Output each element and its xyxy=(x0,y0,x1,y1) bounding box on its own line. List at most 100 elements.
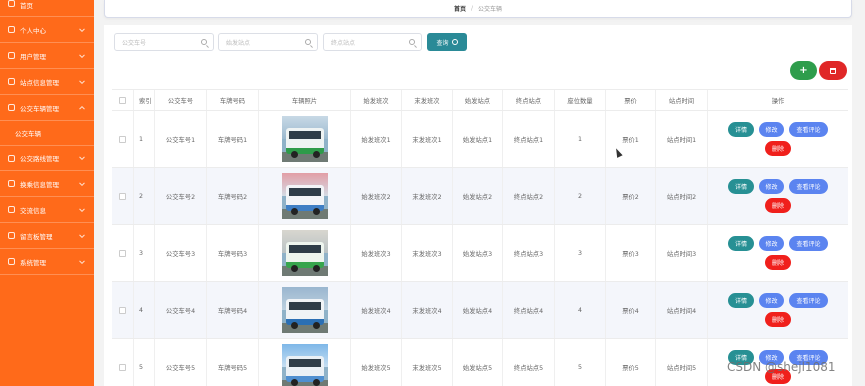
bus-photo[interactable] xyxy=(281,230,328,276)
add-button[interactable]: + xyxy=(790,61,817,80)
view-reviews-button[interactable]: 查看评论 xyxy=(789,122,828,137)
cell-station-time: 站点时间3 xyxy=(656,225,708,281)
cell-seats: 2 xyxy=(555,168,606,224)
sidebar-item-home[interactable]: 首页 xyxy=(0,0,94,17)
row-checkbox-cell xyxy=(112,225,134,281)
sidebar-item-transfer[interactable]: 换乘信息管理 xyxy=(0,171,94,197)
delete-button[interactable]: 删除 xyxy=(765,141,791,156)
cell-photo xyxy=(259,282,351,338)
cell-seats: 4 xyxy=(555,282,606,338)
cell-end-station: 终点站点5 xyxy=(503,339,555,386)
delete-button[interactable]: 删除 xyxy=(765,255,791,270)
delete-button[interactable]: 删除 xyxy=(765,312,791,327)
cell-end-station: 终点站点2 xyxy=(503,168,555,224)
cell-end-station: 终点站点1 xyxy=(503,111,555,167)
cell-actions: 详情 修改 查看评论 删除 xyxy=(708,168,848,224)
sidebar-item-label: 公交车辆 xyxy=(15,130,41,138)
cell-index: 2 xyxy=(134,168,155,224)
bus-photo[interactable] xyxy=(281,116,328,162)
sidebar-item-label: 站点信息管理 xyxy=(20,78,59,87)
settings-icon xyxy=(8,258,15,265)
row-checkbox[interactable] xyxy=(119,306,126,314)
cell-start-station: 始发站点2 xyxy=(453,168,503,224)
view-reviews-button[interactable]: 查看评论 xyxy=(789,293,828,308)
row-checkbox[interactable] xyxy=(119,249,126,257)
cell-price: 票价4 xyxy=(606,282,656,338)
sidebar-subitem-bus[interactable]: 公交车辆 xyxy=(0,121,94,145)
cell-bus-no: 公交车号1 xyxy=(155,111,207,167)
row-checkbox[interactable] xyxy=(119,363,126,371)
cell-photo xyxy=(259,168,351,224)
row-checkbox[interactable] xyxy=(119,192,126,200)
header-actions: 操作 xyxy=(771,97,785,105)
sidebar-item-routes[interactable]: 公交路线管理 xyxy=(0,145,94,171)
cell-last-shift: 末发班次4 xyxy=(402,282,453,338)
detail-button[interactable]: 详情 xyxy=(728,179,754,194)
edit-button[interactable]: 修改 xyxy=(759,122,784,137)
table-row: 2 公交车号2 车牌号码2 始发班次2 末发班次2 始发站点2 终点站点2 2 … xyxy=(112,168,848,225)
cell-photo xyxy=(259,339,351,386)
detail-button[interactable]: 详情 xyxy=(728,122,754,137)
delete-button[interactable]: 删除 xyxy=(765,198,791,213)
chat-icon xyxy=(8,206,15,213)
edit-button[interactable]: 修改 xyxy=(759,236,784,251)
query-label: 查询 xyxy=(436,39,449,47)
sidebar-item-buses[interactable]: 公交车辆管理 xyxy=(0,95,94,121)
bus-no-search-input[interactable]: 公交车号 xyxy=(114,33,214,51)
table-header: 索引 公交车号 车牌号码 车辆照片 始发班次 末发班次 始发站点 终点站点 座位… xyxy=(112,89,848,111)
cell-first-shift: 始发班次1 xyxy=(351,111,402,167)
table-row: 4 公交车号4 车牌号码4 始发班次4 末发班次4 始发站点4 终点站点4 4 … xyxy=(112,282,848,339)
cell-first-shift: 始发班次2 xyxy=(351,168,402,224)
cell-last-shift: 末发班次1 xyxy=(402,111,453,167)
cell-actions: 详情 修改 查看评论 删除 xyxy=(708,282,848,338)
sidebar-item-label: 留言板管理 xyxy=(20,232,53,241)
cell-index: 5 xyxy=(134,339,155,386)
sidebar-item-forum[interactable]: 交流信息 xyxy=(0,197,94,223)
cell-plate: 车牌号码1 xyxy=(207,111,259,167)
cell-actions: 详情 修改 查看评论 删除 xyxy=(708,111,848,167)
cell-photo xyxy=(259,225,351,281)
breadcrumb-home[interactable]: 首页 xyxy=(454,4,466,13)
bus-photo[interactable] xyxy=(281,287,328,333)
route-icon xyxy=(8,154,15,162)
bus-photo[interactable] xyxy=(281,173,328,219)
detail-button[interactable]: 详情 xyxy=(728,293,754,308)
header-plate: 车牌号码 xyxy=(207,90,259,110)
cell-bus-no: 公交车号3 xyxy=(155,225,207,281)
edit-button[interactable]: 修改 xyxy=(759,293,784,308)
header-end-station: 终点站点 xyxy=(503,90,555,110)
chevron-up-icon xyxy=(79,105,85,112)
sidebar-item-stations[interactable]: 站点信息管理 xyxy=(0,69,94,95)
detail-button[interactable]: 详情 xyxy=(728,236,754,251)
sidebar-item-system[interactable]: 系统管理 xyxy=(0,249,94,275)
chevron-down-icon xyxy=(79,205,85,212)
cell-bus-no: 公交车号4 xyxy=(155,282,207,338)
header-last-shift: 末发班次 xyxy=(402,90,453,110)
header-seats: 座位数量 xyxy=(555,90,606,110)
view-reviews-button[interactable]: 查看评论 xyxy=(789,179,828,194)
placeholder-text: 始发站点 xyxy=(226,39,251,47)
header-price: 票价 xyxy=(606,90,656,110)
batch-delete-button[interactable] xyxy=(819,61,847,80)
sidebar-item-profile[interactable]: 个人中心 xyxy=(0,17,94,43)
cell-bus-no: 公交车号2 xyxy=(155,168,207,224)
cell-start-station: 始发站点1 xyxy=(453,111,503,167)
cell-index: 3 xyxy=(134,225,155,281)
query-button[interactable]: 查询 xyxy=(427,33,467,51)
cell-last-shift: 末发班次5 xyxy=(402,339,453,386)
sidebar-item-messages[interactable]: 留言板管理 xyxy=(0,223,94,249)
placeholder-text: 终点站点 xyxy=(331,39,356,47)
select-all-checkbox[interactable] xyxy=(119,96,126,104)
cell-station-time: 站点时间5 xyxy=(656,339,708,386)
cell-start-station: 始发站点4 xyxy=(453,282,503,338)
bus-photo[interactable] xyxy=(281,344,328,386)
row-checkbox-cell xyxy=(112,282,134,338)
start-station-search-input[interactable]: 始发站点 xyxy=(218,33,318,51)
end-station-search-input[interactable]: 终点站点 xyxy=(323,33,422,51)
edit-button[interactable]: 修改 xyxy=(759,179,784,194)
row-checkbox[interactable] xyxy=(119,135,126,143)
sidebar-item-users[interactable]: 用户管理 xyxy=(0,43,94,69)
breadcrumb: 首页 / 公交车辆 xyxy=(104,0,852,18)
cell-price: 票价3 xyxy=(606,225,656,281)
view-reviews-button[interactable]: 查看评论 xyxy=(789,236,828,251)
